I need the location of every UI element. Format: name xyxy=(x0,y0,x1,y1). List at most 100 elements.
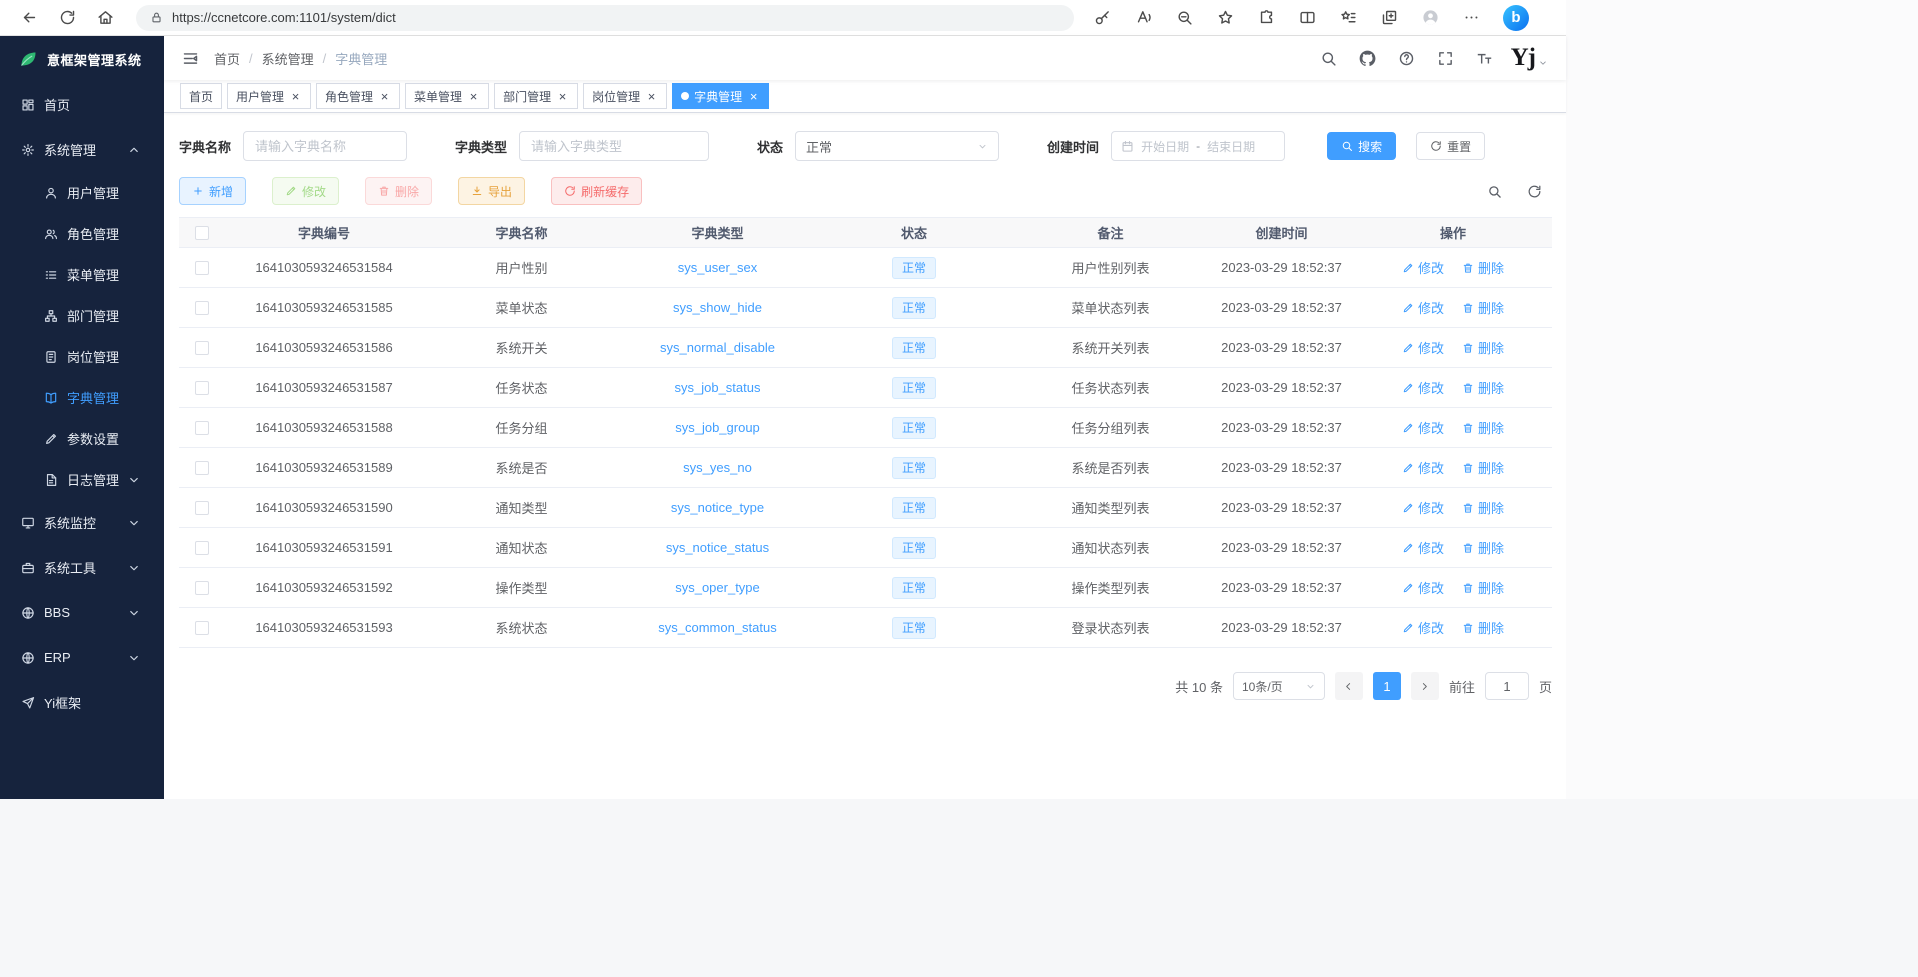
sidebar-item-user-mgmt[interactable]: 用户管理 xyxy=(0,172,164,213)
sidebar-item-yi-framework[interactable]: Yi框架 xyxy=(0,680,164,725)
row-checkbox[interactable] xyxy=(195,461,209,475)
browser-key-button[interactable] xyxy=(1084,4,1120,32)
row-checkbox[interactable] xyxy=(195,501,209,515)
browser-more-button[interactable] xyxy=(1453,4,1489,32)
sidebar-item-system-tools[interactable]: 系统工具 xyxy=(0,545,164,590)
dict-type-link[interactable]: sys_user_sex xyxy=(678,260,757,275)
dict-type-link[interactable]: sys_normal_disable xyxy=(660,340,775,355)
next-page-button[interactable] xyxy=(1411,672,1439,700)
row-checkbox[interactable] xyxy=(195,541,209,555)
close-icon[interactable]: × xyxy=(645,90,658,103)
row-edit-button[interactable]: 修改 xyxy=(1402,618,1444,637)
row-edit-button[interactable]: 修改 xyxy=(1402,578,1444,597)
edit-button[interactable]: 修改 xyxy=(272,177,339,205)
row-delete-button[interactable]: 删除 xyxy=(1462,298,1504,317)
header-fullscreen-button[interactable] xyxy=(1432,44,1460,72)
tab-dept-mgmt[interactable]: 部门管理× xyxy=(494,83,578,109)
sidebar-item-menu-mgmt[interactable]: 菜单管理 xyxy=(0,254,164,295)
row-checkbox[interactable] xyxy=(195,421,209,435)
tab-post-mgmt[interactable]: 岗位管理× xyxy=(583,83,667,109)
browser-extensions-button[interactable] xyxy=(1248,4,1284,32)
tab-home[interactable]: 首页 xyxy=(180,83,222,109)
select-all-checkbox[interactable] xyxy=(195,226,209,240)
close-icon[interactable]: × xyxy=(747,90,760,103)
row-edit-button[interactable]: 修改 xyxy=(1402,418,1444,437)
date-range-picker[interactable]: 开始日期 - 结束日期 xyxy=(1111,131,1285,161)
tab-dict-mgmt[interactable]: 字典管理× xyxy=(672,83,769,109)
browser-favorites-bar-button[interactable] xyxy=(1330,4,1366,32)
breadcrumb-item[interactable]: 系统管理 xyxy=(262,49,314,68)
tab-role-mgmt[interactable]: 角色管理× xyxy=(316,83,400,109)
header-search-button[interactable] xyxy=(1315,44,1343,72)
row-edit-button[interactable]: 修改 xyxy=(1402,298,1444,317)
row-edit-button[interactable]: 修改 xyxy=(1402,378,1444,397)
dict-type-link[interactable]: sys_show_hide xyxy=(673,300,762,315)
sidebar-item-param-settings[interactable]: 参数设置 xyxy=(0,418,164,459)
dict-type-link[interactable]: sys_job_status xyxy=(675,380,761,395)
close-icon[interactable]: × xyxy=(378,90,391,103)
add-button[interactable]: 新增 xyxy=(179,177,246,205)
page-1-button[interactable]: 1 xyxy=(1373,672,1401,700)
goto-page-input[interactable] xyxy=(1485,672,1529,700)
dict-type-link[interactable]: sys_notice_type xyxy=(671,500,764,515)
url-bar[interactable]: https://ccnetcore.com:1101/system/dict xyxy=(136,5,1074,31)
page-size-select[interactable]: 10条/页 xyxy=(1233,672,1325,700)
sidebar-item-dict-mgmt[interactable]: 字典管理 xyxy=(0,377,164,418)
row-edit-button[interactable]: 修改 xyxy=(1402,538,1444,557)
dict-type-link[interactable]: sys_notice_status xyxy=(666,540,769,555)
row-checkbox[interactable] xyxy=(195,381,209,395)
row-delete-button[interactable]: 删除 xyxy=(1462,418,1504,437)
browser-refresh-button[interactable] xyxy=(50,4,84,32)
browser-read-aloud-button[interactable] xyxy=(1125,4,1161,32)
row-checkbox[interactable] xyxy=(195,621,209,635)
delete-button[interactable]: 删除 xyxy=(365,177,432,205)
browser-collections-button[interactable] xyxy=(1371,4,1407,32)
sidebar-item-bbs[interactable]: BBS xyxy=(0,590,164,635)
row-delete-button[interactable]: 删除 xyxy=(1462,578,1504,597)
sidebar-item-log-mgmt[interactable]: 日志管理 xyxy=(0,459,164,500)
browser-home-button[interactable] xyxy=(88,4,122,32)
header-font-size-button[interactable] xyxy=(1471,44,1499,72)
sidebar-item-role-mgmt[interactable]: 角色管理 xyxy=(0,213,164,254)
row-checkbox[interactable] xyxy=(195,301,209,315)
row-edit-button[interactable]: 修改 xyxy=(1402,258,1444,277)
sidebar-item-post-mgmt[interactable]: 岗位管理 xyxy=(0,336,164,377)
browser-back-button[interactable] xyxy=(12,4,46,32)
sidebar-item-home[interactable]: 首页 xyxy=(0,82,164,127)
row-delete-button[interactable]: 删除 xyxy=(1462,338,1504,357)
row-checkbox[interactable] xyxy=(195,581,209,595)
sidebar-item-system-mgmt[interactable]: 系统管理 xyxy=(0,127,164,172)
row-edit-button[interactable]: 修改 xyxy=(1402,498,1444,517)
row-checkbox[interactable] xyxy=(195,261,209,275)
refresh-cache-button[interactable]: 刷新缓存 xyxy=(551,177,642,205)
sidebar-item-dept-mgmt[interactable]: 部门管理 xyxy=(0,295,164,336)
dict-type-link[interactable]: sys_oper_type xyxy=(675,580,760,595)
close-icon[interactable]: × xyxy=(556,90,569,103)
row-edit-button[interactable]: 修改 xyxy=(1402,458,1444,477)
row-delete-button[interactable]: 删除 xyxy=(1462,498,1504,517)
header-help-button[interactable] xyxy=(1393,44,1421,72)
breadcrumb-item[interactable]: 首页 xyxy=(214,49,240,68)
dict-type-link[interactable]: sys_yes_no xyxy=(683,460,752,475)
row-edit-button[interactable]: 修改 xyxy=(1402,338,1444,357)
search-button[interactable]: 搜索 xyxy=(1327,132,1396,160)
tab-menu-mgmt[interactable]: 菜单管理× xyxy=(405,83,489,109)
header-github-button[interactable] xyxy=(1354,44,1382,72)
bing-copilot-button[interactable]: b xyxy=(1503,5,1529,31)
prev-page-button[interactable] xyxy=(1335,672,1363,700)
sidebar-item-erp[interactable]: ERP xyxy=(0,635,164,680)
reset-button[interactable]: 重置 xyxy=(1416,132,1485,160)
yj-brand-logo[interactable]: Yj xyxy=(1511,47,1548,70)
row-delete-button[interactable]: 删除 xyxy=(1462,258,1504,277)
row-delete-button[interactable]: 删除 xyxy=(1462,538,1504,557)
row-delete-button[interactable]: 删除 xyxy=(1462,378,1504,397)
browser-zoom-button[interactable] xyxy=(1166,4,1202,32)
row-delete-button[interactable]: 删除 xyxy=(1462,618,1504,637)
close-icon[interactable]: × xyxy=(289,90,302,103)
dict-type-link[interactable]: sys_job_group xyxy=(675,420,760,435)
sidebar-toggle-icon[interactable] xyxy=(182,50,199,67)
row-checkbox[interactable] xyxy=(195,341,209,355)
browser-favorite-add-button[interactable] xyxy=(1207,4,1243,32)
table-search-button[interactable] xyxy=(1484,181,1504,201)
dict-name-input[interactable] xyxy=(243,131,407,161)
